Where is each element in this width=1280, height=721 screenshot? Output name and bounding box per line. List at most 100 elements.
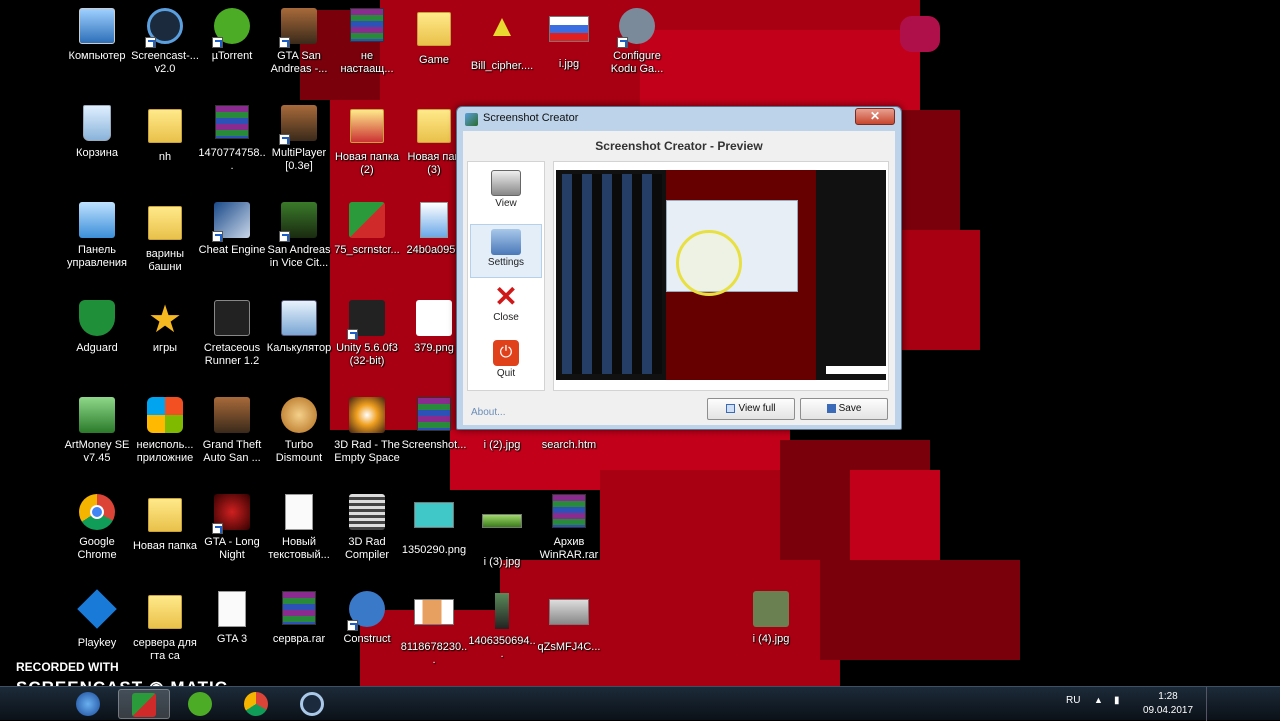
desktop-icon-new-text-file[interactable]: Новый текстовый... xyxy=(265,494,333,562)
image-file-icon xyxy=(482,593,522,633)
about-link[interactable]: About... xyxy=(471,407,505,418)
desktop-icon-adguard[interactable]: Adguard xyxy=(63,300,131,355)
start-button[interactable] xyxy=(62,689,114,719)
winrar-archive-icon xyxy=(347,8,387,48)
desktop-icon-game[interactable]: Game xyxy=(400,8,468,67)
taskbar-utorrent[interactable] xyxy=(174,689,226,719)
start-orb-icon xyxy=(76,692,100,716)
desktop-icon-multiplayer[interactable]: MultiPlayer [0.3e] xyxy=(265,105,333,173)
screenshot-creator-icon xyxy=(347,202,387,242)
screencast-icon xyxy=(300,692,324,716)
star-icon: ★ xyxy=(147,299,183,341)
document-icon xyxy=(212,591,252,631)
desktop-icon-calculator[interactable]: Калькулятор xyxy=(265,300,333,355)
clock[interactable]: 1:28 09.04.2017 xyxy=(1140,690,1196,718)
adguard-icon xyxy=(77,300,117,340)
desktop-icon-75-scrnstcr[interactable]: 75_scrnstcr... xyxy=(333,202,401,257)
desktop-icon-kodu[interactable]: Configure Kodu Ga... xyxy=(603,8,671,76)
desktop-icon-bill-cipher[interactable]: Bill_cipher.... xyxy=(468,8,536,73)
desktop-icon-utorrent[interactable]: µTorrent xyxy=(198,8,266,63)
settings-button[interactable]: Settings xyxy=(470,224,542,278)
desktop-icon-nh[interactable]: nh xyxy=(131,105,199,164)
desktop-icon-recycle-bin[interactable]: Корзина xyxy=(63,105,131,160)
desktop-icon-unused-apps[interactable]: неисполь... приложние xyxy=(131,397,199,465)
folder-icon xyxy=(145,498,185,538)
computer-icon xyxy=(77,8,117,48)
desktop-icon-ne-nastaash[interactable]: не настаащ... xyxy=(333,8,401,76)
desktop-icon-1406350694[interactable]: 1406350694... xyxy=(468,591,536,661)
desktop-icon-winrar-archive[interactable]: Архив WinRAR.rar xyxy=(535,494,603,562)
desktop-icon-control-panel[interactable]: Панель управления xyxy=(63,202,131,270)
desktop-icon-artmoney[interactable]: ArtMoney SE v7.45 xyxy=(63,397,131,465)
desktop-icon-3d-rad-empty[interactable]: 3D Rad - The Empty Space xyxy=(333,397,401,465)
desktop-icon-qzsmfj4c[interactable]: qZsMFJ4C... xyxy=(535,591,603,654)
construct-icon xyxy=(347,591,387,631)
chrome-icon xyxy=(244,692,268,716)
screenshot-preview-image[interactable] xyxy=(556,170,886,380)
quit-button[interactable]: ⏻ Quit xyxy=(470,336,542,390)
preview-header: Screenshot Creator - Preview xyxy=(595,139,763,153)
view-button[interactable]: View xyxy=(470,166,542,220)
desktop-icon-turbo-dismount[interactable]: Turbo Dismount xyxy=(265,397,333,465)
desktop-icon-i4-jpg[interactable]: i (4).jpg xyxy=(737,591,805,646)
tray-expand-icon[interactable]: ▲ xyxy=(1094,695,1103,705)
desktop-icon-screencast[interactable]: Screencast-... v2.0 xyxy=(131,8,199,76)
image-file-icon xyxy=(549,16,589,56)
watermark-line1: RECORDED WITH xyxy=(16,660,119,674)
taskbar-screenshot-creator[interactable] xyxy=(118,689,170,719)
desktop-icon-3d-rad-compiler[interactable]: 3D Rad Compiler xyxy=(333,494,401,562)
mp3-file-icon xyxy=(414,202,454,242)
desktop-icon-servera-gta[interactable]: сервера для гта са xyxy=(131,591,199,663)
taskbar-screencast[interactable] xyxy=(286,689,338,719)
desktop-icon-cheat-engine[interactable]: Cheat Engine xyxy=(198,202,266,257)
taskbar: RU ▲ ▮ 1:28 09.04.2017 xyxy=(0,686,1280,721)
window-close-button[interactable]: ✕ xyxy=(855,108,895,125)
3d-rad-icon xyxy=(347,494,387,534)
desktop-icon-cretaceous[interactable]: Cretaceous Runner 1.2 xyxy=(198,300,266,368)
view-full-button[interactable]: View full xyxy=(707,398,795,420)
desktop-icon-i3-jpg[interactable]: i (3).jpg xyxy=(468,494,536,569)
desktop-icon-8118678230[interactable]: 8118678230... xyxy=(400,591,468,667)
desktop-icon-computer[interactable]: Компьютер xyxy=(63,8,131,63)
image-file-icon xyxy=(549,599,589,639)
desktop-icon-variny-bashni[interactable]: варины башни xyxy=(131,202,199,274)
calculator-icon xyxy=(279,300,319,340)
view-button-label: View xyxy=(495,198,517,209)
artmoney-icon xyxy=(77,397,117,437)
desktop-icon-gta-sa-2[interactable]: Grand Theft Auto San ... xyxy=(198,397,266,465)
close-button[interactable]: ✕ Close xyxy=(470,280,542,334)
desktop-icon-unity[interactable]: Unity 5.6.0f3 (32-bit) xyxy=(333,300,401,368)
desktop-icon-gta-long-night[interactable]: GTA - Long Night xyxy=(198,494,266,562)
screenshot-creator-icon xyxy=(132,693,156,717)
desktop-icon-sa-vice-city[interactable]: San Andreas in Vice Cit... xyxy=(265,202,333,270)
view-full-label: View full xyxy=(738,403,776,414)
desktop-icon-igry[interactable]: ★ игры xyxy=(131,300,199,355)
desktop-icon-1470774758[interactable]: 1470774758... xyxy=(198,105,266,173)
desktop-icon-servra-rar[interactable]: сервра.rar xyxy=(265,591,333,646)
desktop-icon-new-folder[interactable]: Новая папка xyxy=(131,494,199,553)
control-panel-icon xyxy=(77,202,117,242)
desktop-icon-gta3[interactable]: GTA 3 xyxy=(198,591,266,646)
network-icon[interactable]: ▮ xyxy=(1114,695,1120,706)
desktop-icon-construct[interactable]: Construct xyxy=(333,591,401,646)
taskbar-chrome[interactable] xyxy=(230,689,282,719)
window-client-area: Screenshot Creator - Preview View Settin… xyxy=(463,131,895,425)
unity-icon xyxy=(347,300,387,340)
desktop-icon-chrome[interactable]: Google Chrome xyxy=(63,494,131,562)
desktop-icon-playkey[interactable]: Playkey xyxy=(63,589,131,650)
save-button[interactable]: Save xyxy=(800,398,888,420)
desktop-icon-i-jpg[interactable]: i.jpg xyxy=(535,8,603,71)
language-indicator[interactable]: RU xyxy=(1066,695,1080,706)
winrar-archive-icon xyxy=(212,105,252,145)
window-titlebar[interactable]: Screenshot Creator ✕ xyxy=(457,107,901,131)
preview-pane xyxy=(553,161,889,391)
screencast-icon xyxy=(145,8,185,48)
desktop-icon-1350290-png[interactable]: 1350290.png xyxy=(400,494,468,557)
desktop-icon-new-folder-2[interactable]: Новая папка (2) xyxy=(333,105,401,177)
desktop-icon-gta-sa[interactable]: GTA San Andreas -... xyxy=(265,8,333,76)
show-desktop-button[interactable] xyxy=(1206,687,1216,721)
kodu-icon xyxy=(617,8,657,48)
playkey-icon xyxy=(77,589,117,635)
image-file-icon xyxy=(482,18,522,58)
wallpaper-shape xyxy=(900,16,940,52)
